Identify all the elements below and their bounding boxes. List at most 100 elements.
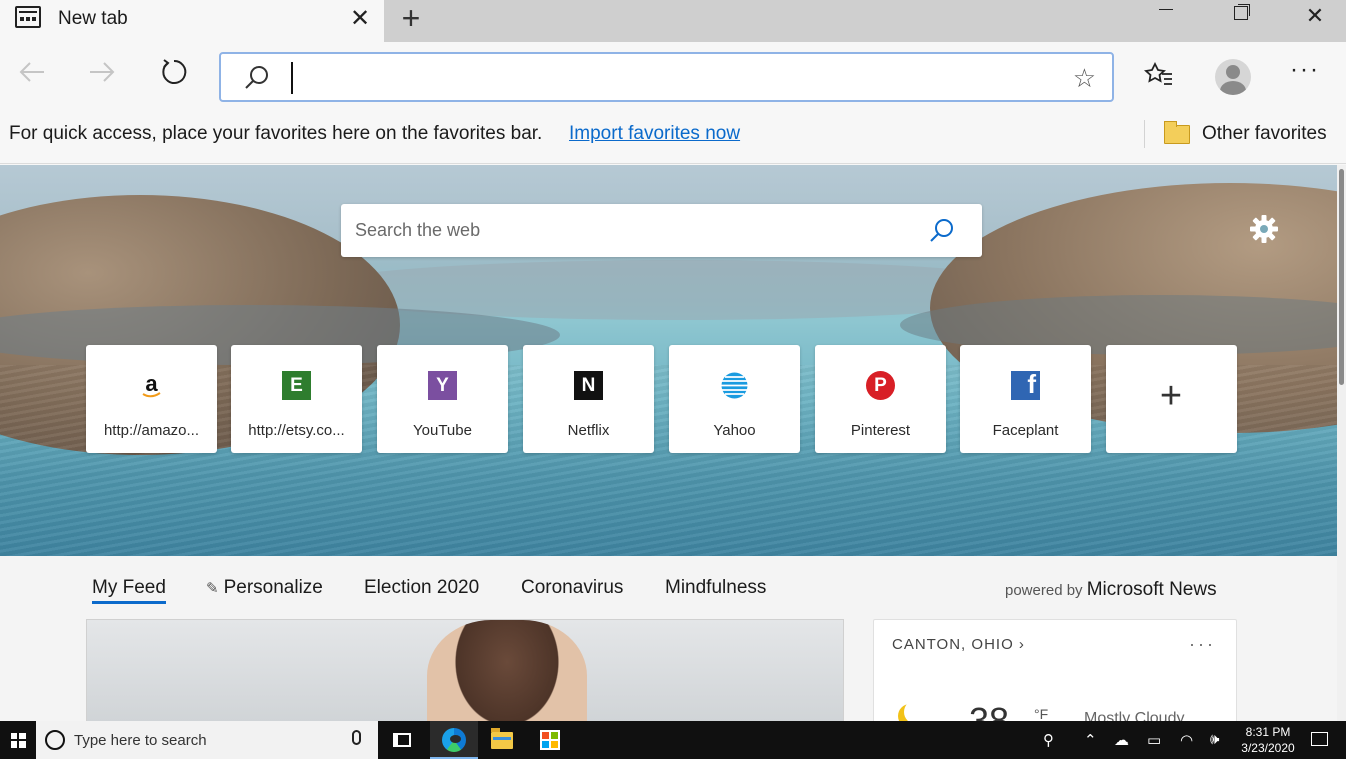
microphone-icon[interactable] (352, 730, 361, 745)
chevron-up-icon[interactable]: ⌃ (1084, 731, 1097, 749)
new-tab-button[interactable]: + (397, 0, 425, 36)
file-explorer-icon (491, 727, 513, 749)
tile-label: http://amazo... (103, 422, 200, 439)
svg-text:a: a (145, 371, 158, 396)
weather-location[interactable]: CANTON, OHIO › (892, 636, 1025, 653)
store-icon (540, 730, 560, 750)
battery-icon[interactable]: ▭ (1147, 731, 1161, 749)
web-search-input[interactable] (355, 216, 915, 244)
favorites-bar: For quick access, place your favorites h… (0, 110, 1346, 164)
tab-title: New tab (58, 8, 128, 29)
taskbar-store-button[interactable] (526, 721, 574, 759)
clock-date: 3/23/2020 (1241, 741, 1295, 755)
quick-link-tile-yahoo[interactable]: Yahoo (669, 345, 800, 453)
maximize-button[interactable] (1218, 0, 1264, 32)
scrollbar-thumb[interactable] (1339, 169, 1344, 385)
tile-label: Faceplant (992, 422, 1059, 439)
amazon-logo-icon: a (137, 371, 166, 400)
tile-label: Pinterest (850, 422, 911, 439)
quick-link-tile-netflix[interactable]: N Netflix (523, 345, 654, 453)
settings-more-icon[interactable]: ··· (1290, 56, 1320, 84)
tab-mindfulness[interactable]: Mindfulness (665, 577, 766, 599)
folder-icon (1164, 121, 1190, 144)
search-icon (245, 66, 268, 89)
temperature-unit: °F (1034, 706, 1049, 722)
chevron-right-icon: › (1018, 636, 1025, 653)
taskbar-search-box[interactable]: Type here to search (36, 721, 378, 759)
plus-icon: + (1159, 375, 1183, 417)
favorites-divider (1144, 120, 1145, 148)
other-favorites-button[interactable]: Other favorites (1202, 123, 1327, 145)
minimize-button[interactable] (1143, 0, 1189, 32)
forward-arrow-icon (90, 62, 115, 82)
windows-taskbar: Type here to search ⚲ ⌃ ☁ ▭ ◠ 🕪 8:31 PM … (0, 721, 1346, 759)
netflix-logo-icon: N (574, 371, 603, 400)
text-caret (291, 62, 293, 94)
page-settings-gear-icon[interactable] (1248, 213, 1280, 245)
title-bar: New tab ✕ + ✕ (0, 0, 1346, 42)
youtube-logo-icon: Y (428, 371, 457, 400)
facebook-logo-icon: f (1011, 369, 1040, 400)
tab-election-2020[interactable]: Election 2020 (364, 577, 479, 599)
add-favorite-star-icon[interactable]: ☆ (1073, 63, 1096, 94)
profile-avatar[interactable] (1215, 59, 1251, 95)
back-button[interactable] (12, 52, 52, 92)
cortana-circle-icon (45, 730, 65, 750)
favorites-bar-message: For quick access, place your favorites h… (9, 123, 543, 144)
provider-name: Microsoft News (1086, 579, 1217, 600)
task-view-icon (393, 733, 411, 747)
taskbar-file-explorer-button[interactable] (478, 721, 526, 759)
start-button[interactable] (0, 721, 36, 759)
att-globe-icon (720, 371, 749, 400)
pinterest-logo-icon: P (866, 371, 895, 400)
tile-label: Netflix (567, 422, 610, 439)
quick-link-tile-youtube[interactable]: Y YouTube (377, 345, 508, 453)
news-feed: My Feed ✎ Personalize Election 2020 Coron… (0, 556, 1337, 741)
tab-close-icon[interactable]: ✕ (346, 4, 374, 33)
tab-new-tab[interactable]: New tab ✕ (0, 0, 384, 42)
weather-more-icon[interactable]: ··· (1189, 634, 1216, 655)
news-article-card[interactable] (86, 619, 844, 729)
notification-icon[interactable] (1311, 732, 1328, 746)
refresh-icon (162, 59, 187, 84)
web-search-box[interactable] (341, 204, 982, 257)
weather-card[interactable]: CANTON, OHIO › ··· 38 °F Mostly Cloudy (873, 619, 1237, 741)
quick-link-tile-faceplant[interactable]: f Faceplant (960, 345, 1091, 453)
tab-page-icon (15, 6, 41, 28)
taskbar-clock[interactable]: 8:31 PM 3/23/2020 (1232, 724, 1304, 756)
tile-label: http://etsy.co... (248, 422, 345, 439)
import-favorites-link[interactable]: Import favorites now (569, 123, 740, 145)
navigation-toolbar: ☆ ··· (0, 42, 1346, 110)
windows-logo-icon (10, 732, 26, 748)
edge-icon (442, 728, 466, 752)
favorites-hub-icon[interactable] (1143, 61, 1174, 95)
forward-button[interactable] (82, 52, 122, 92)
onedrive-cloud-icon[interactable]: ☁ (1114, 731, 1129, 749)
task-view-button[interactable] (378, 721, 426, 759)
page-scrollbar[interactable] (1337, 165, 1346, 721)
address-bar[interactable]: ☆ (219, 52, 1114, 102)
article-image (427, 620, 587, 728)
taskbar-edge-button[interactable] (430, 721, 478, 759)
pencil-icon: ✎ (206, 580, 219, 597)
back-arrow-icon (19, 62, 44, 82)
etsy-logo-icon: E (282, 371, 311, 400)
clock-time: 8:31 PM (1245, 725, 1291, 739)
refresh-button[interactable] (154, 52, 194, 92)
tile-label: YouTube (413, 422, 472, 439)
volume-icon[interactable]: 🕪 (1210, 731, 1219, 748)
tab-my-feed[interactable]: My Feed (92, 577, 166, 604)
window-close-button[interactable]: ✕ (1292, 0, 1338, 32)
add-quick-link-tile[interactable]: + (1106, 345, 1237, 453)
tile-label: Yahoo (713, 422, 756, 439)
tab-coronavirus[interactable]: Coronavirus (521, 577, 623, 599)
quick-link-tile-amazon[interactable]: a http://amazo... (86, 345, 217, 453)
quick-link-tile-pinterest[interactable]: P Pinterest (815, 345, 946, 453)
wifi-icon[interactable]: ◠ (1180, 731, 1193, 749)
tab-personalize[interactable]: ✎ Personalize (206, 577, 323, 599)
people-icon[interactable]: ⚲ (1043, 731, 1054, 749)
powered-by-label: powered by Microsoft News (1005, 579, 1217, 600)
quick-link-tile-etsy[interactable]: E http://etsy.co... (231, 345, 362, 453)
web-search-icon[interactable] (928, 217, 956, 245)
taskbar-search-placeholder: Type here to search (74, 732, 207, 749)
